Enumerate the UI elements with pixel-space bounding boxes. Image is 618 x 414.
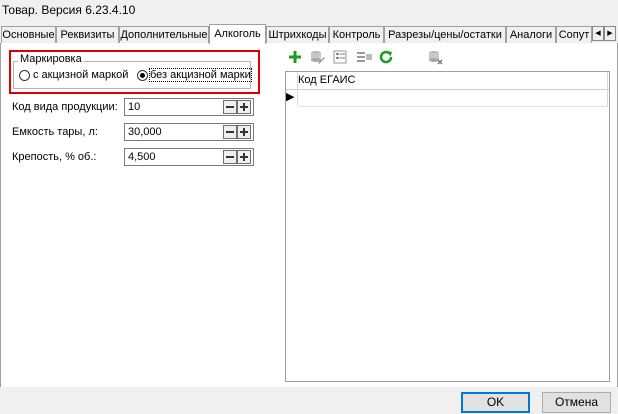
tab-scroll-left-icon[interactable]: ◀ [592,26,604,41]
marking-group-label: Маркировка [18,53,84,65]
table-row[interactable] [298,90,608,107]
tab-requisites[interactable]: Реквизиты [56,26,119,43]
strength-field[interactable]: 4,500 [124,148,254,166]
radio-no-excise-label[interactable]: без акцизной марки [149,68,252,82]
tab-additional[interactable]: Дополнительные [119,26,209,43]
tab-control[interactable]: Контроль [329,26,384,43]
decrement-icon[interactable] [223,125,237,139]
strength-value[interactable]: 4,500 [128,151,156,163]
cancel-button[interactable]: Отмена [542,392,611,413]
window-title: Товар. Версия 6.23.4.10 [2,3,136,17]
capacity-label: Емкость тары, л: [12,126,98,138]
product-type-label: Код вида продукции: [12,101,118,113]
ok-button[interactable]: OK [461,392,530,413]
add-icon[interactable] [286,48,304,66]
column-header-egais-code[interactable]: Код ЕГАИС [298,74,356,86]
refresh-icon[interactable] [377,48,395,66]
increment-icon[interactable] [237,125,251,139]
list-icon[interactable] [355,48,373,66]
product-type-field[interactable]: 10 [124,98,254,116]
capacity-field[interactable]: 30,000 [124,123,254,141]
tab-main[interactable]: Основные [1,26,56,43]
egais-grid[interactable]: Код ЕГАИС ▶ [285,71,610,382]
tab-barcodes[interactable]: Штрихкоды [266,26,329,43]
increment-icon[interactable] [237,150,251,164]
decrement-icon[interactable] [223,100,237,114]
capacity-value[interactable]: 30,000 [128,126,162,138]
properties-icon[interactable] [332,48,350,66]
tab-strip: Основные Реквизиты Дополнительные Алкого… [0,24,618,44]
strength-label: Крепость, % об.: [12,151,97,163]
product-type-value[interactable]: 10 [128,101,140,113]
increment-icon[interactable] [237,100,251,114]
tab-sections-prices[interactable]: Разрезы/цены/остатки [384,26,506,43]
row-pointer-icon: ▶ [286,91,295,103]
radio-excise[interactable] [19,70,30,81]
decrement-icon[interactable] [223,150,237,164]
edit-icon[interactable] [308,48,326,66]
tab-analogs[interactable]: Аналоги [506,26,556,43]
grid-header: Код ЕГАИС [286,72,609,90]
delete-icon[interactable] [426,48,444,66]
tab-alcohol[interactable]: Алкоголь [209,24,266,44]
tab-scroll-right-icon[interactable]: ▶ [604,26,616,41]
radio-excise-label[interactable]: с акцизной маркой [33,69,128,81]
tab-related[interactable]: Сопут [556,26,592,43]
radio-no-excise[interactable] [137,70,148,81]
